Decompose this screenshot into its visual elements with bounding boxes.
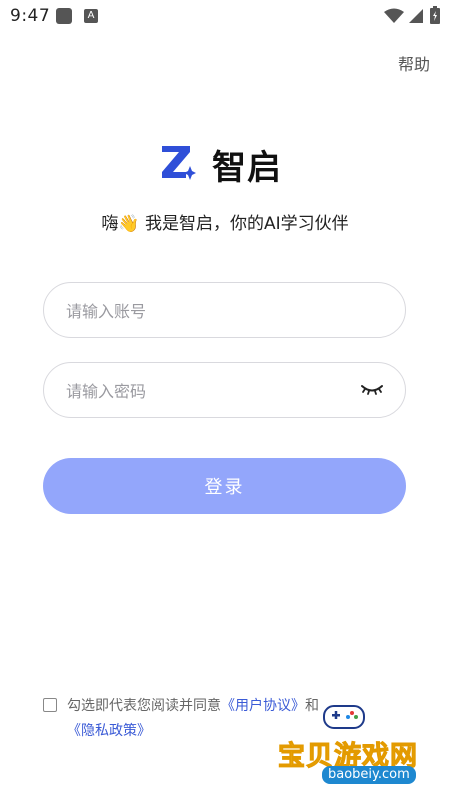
- account-input[interactable]: [64, 283, 348, 339]
- status-time: 9:47: [10, 6, 51, 26]
- a-notification-icon: A: [84, 9, 98, 23]
- help-link[interactable]: 帮助: [398, 51, 430, 75]
- agreement-checkbox[interactable]: [43, 698, 57, 712]
- login-button[interactable]: 登录: [43, 458, 406, 514]
- watermark-url: baobeiy.com: [322, 766, 416, 784]
- app-notification-icon: [56, 8, 72, 24]
- zhiqi-logo-icon: [162, 146, 196, 180]
- password-field[interactable]: [43, 362, 406, 419]
- eye-closed-icon[interactable]: [361, 381, 383, 397]
- signal-icon: [409, 9, 423, 23]
- watermark: 宝贝游戏网 baobeiy.com: [270, 694, 450, 794]
- agreement-prefix: 勾选即代表您阅读并同意: [67, 698, 221, 714]
- greeting-text: 嗨👋 我是智启，你的AI学习伙伴: [101, 214, 349, 234]
- wifi-icon: [384, 8, 404, 23]
- gamepad-icon: [323, 705, 365, 729]
- brand-name: 智启: [212, 148, 282, 188]
- privacy-policy-link[interactable]: 《隐私政策》: [67, 723, 151, 739]
- password-input[interactable]: [64, 363, 348, 419]
- account-field[interactable]: [43, 282, 406, 339]
- status-bar: 9:47 A: [0, 0, 450, 32]
- battery-icon: [430, 6, 440, 24]
